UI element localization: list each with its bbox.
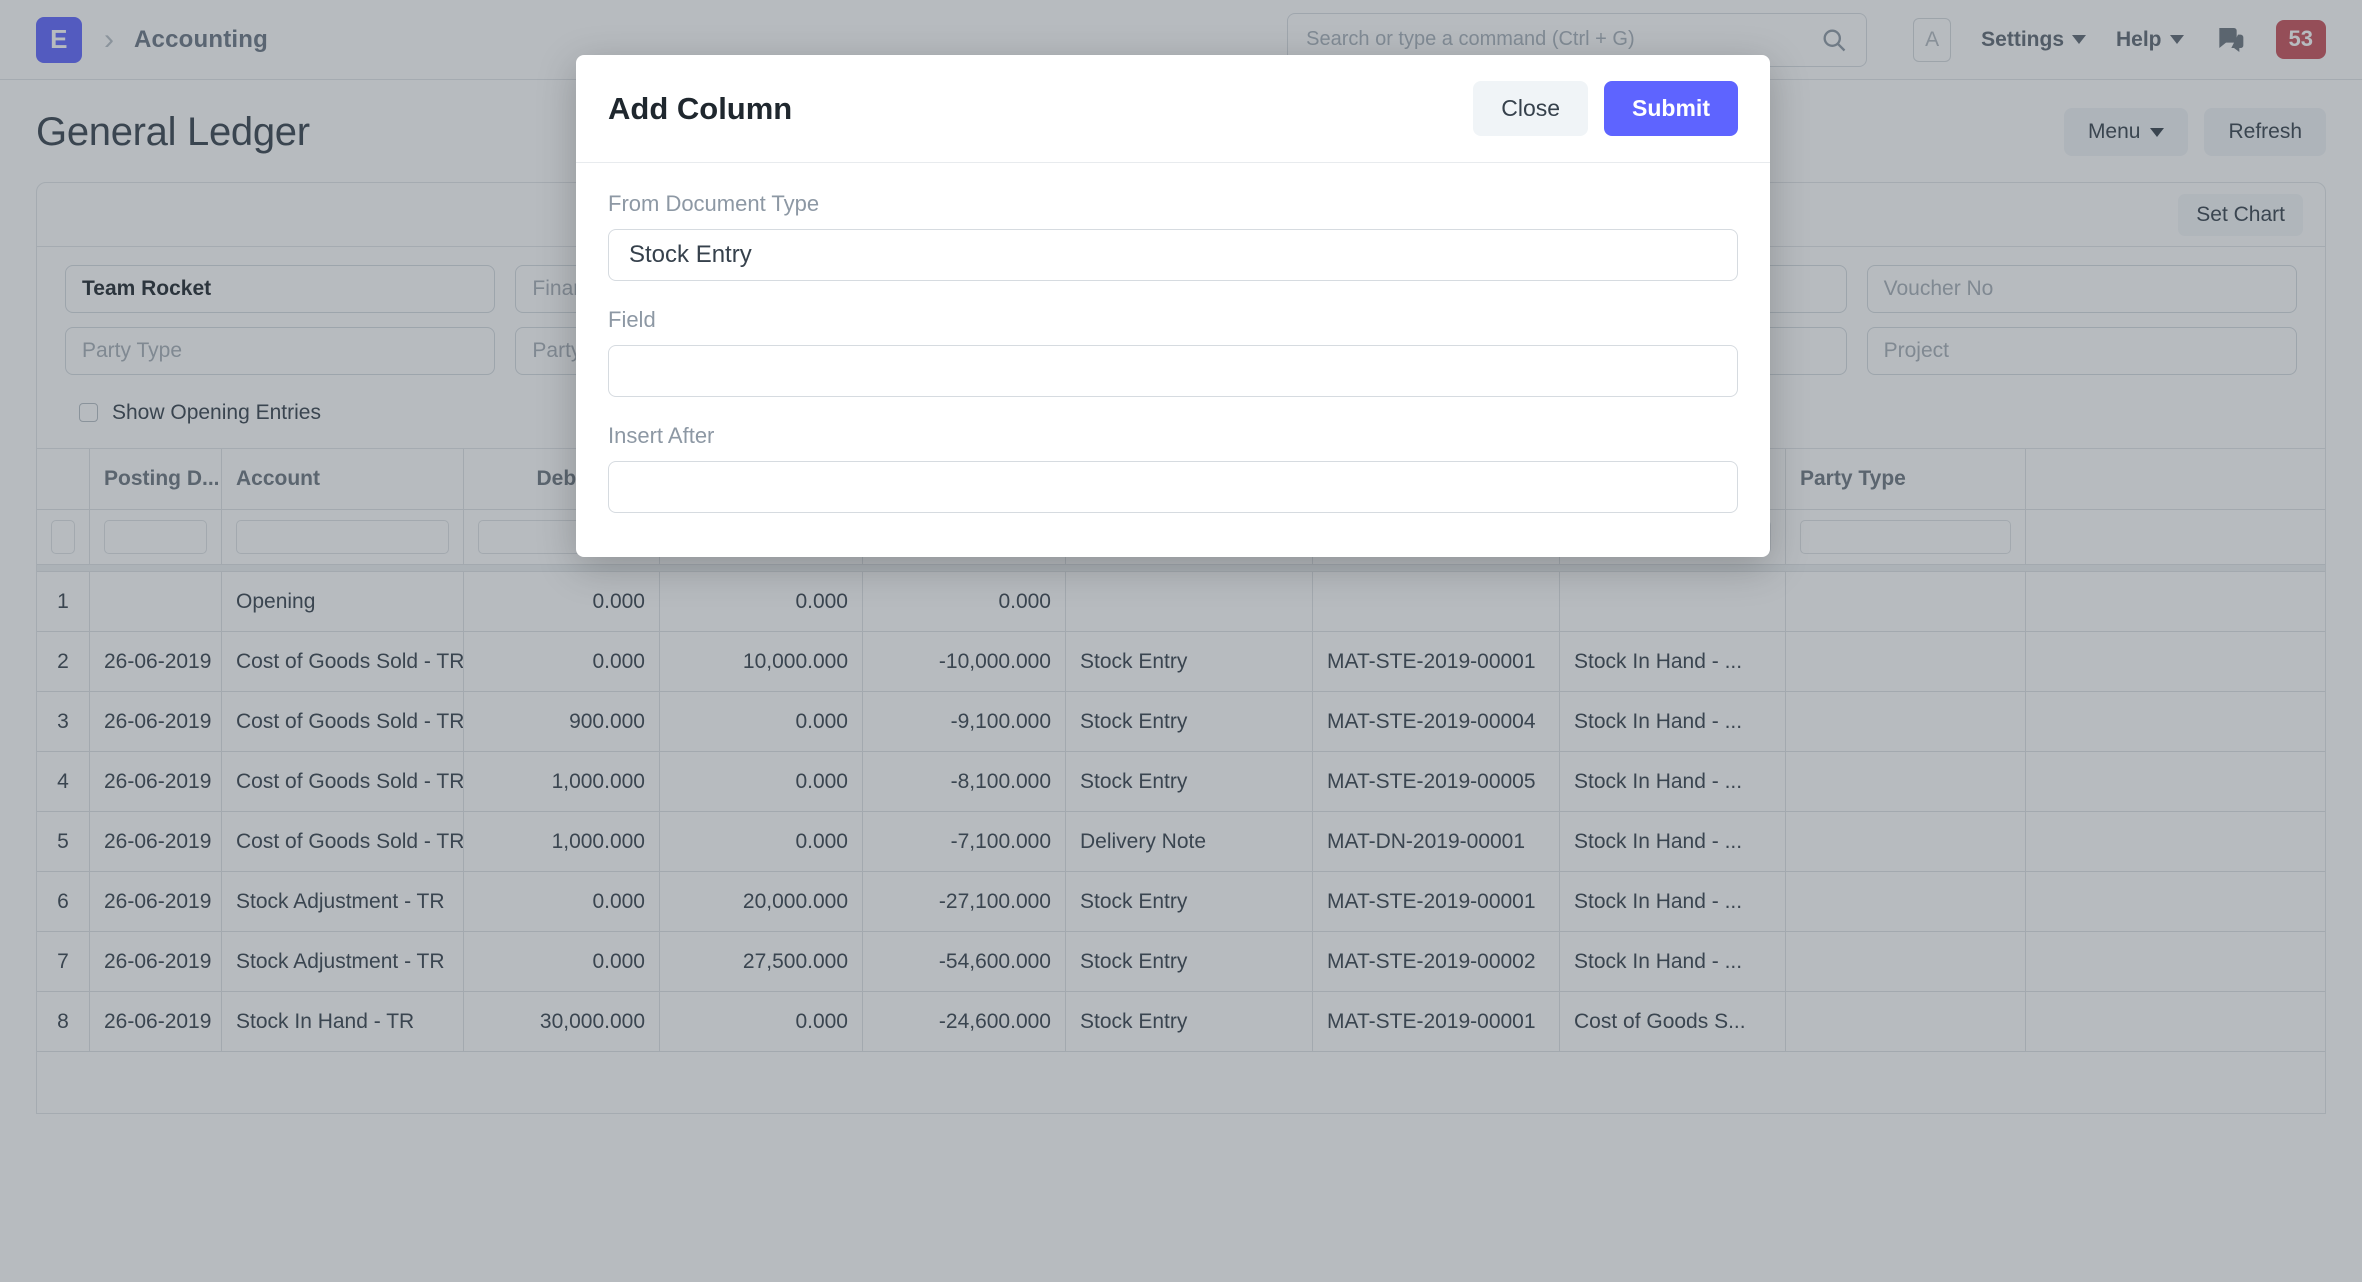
label-field: Field [608,307,656,332]
field-group-from-document-type: From Document Type [608,191,1738,281]
modal-header: Add Column Close Submit [576,55,1770,163]
field-group-field: Field [608,307,1738,397]
field-group-insert-after: Insert After [608,423,1738,513]
field-input[interactable] [608,345,1738,397]
modal-body: From Document Type Field Insert After [576,163,1770,557]
add-column-modal: Add Column Close Submit From Document Ty… [576,55,1770,557]
from-document-type-input[interactable] [608,229,1738,281]
modal-title: Add Column [608,90,793,126]
label-from-document-type: From Document Type [608,191,820,216]
close-button[interactable]: Close [1473,81,1589,136]
modal-actions: Close Submit [1473,81,1738,136]
insert-after-input[interactable] [608,461,1738,513]
submit-button[interactable]: Submit [1604,81,1738,136]
label-insert-after: Insert After [608,423,715,448]
